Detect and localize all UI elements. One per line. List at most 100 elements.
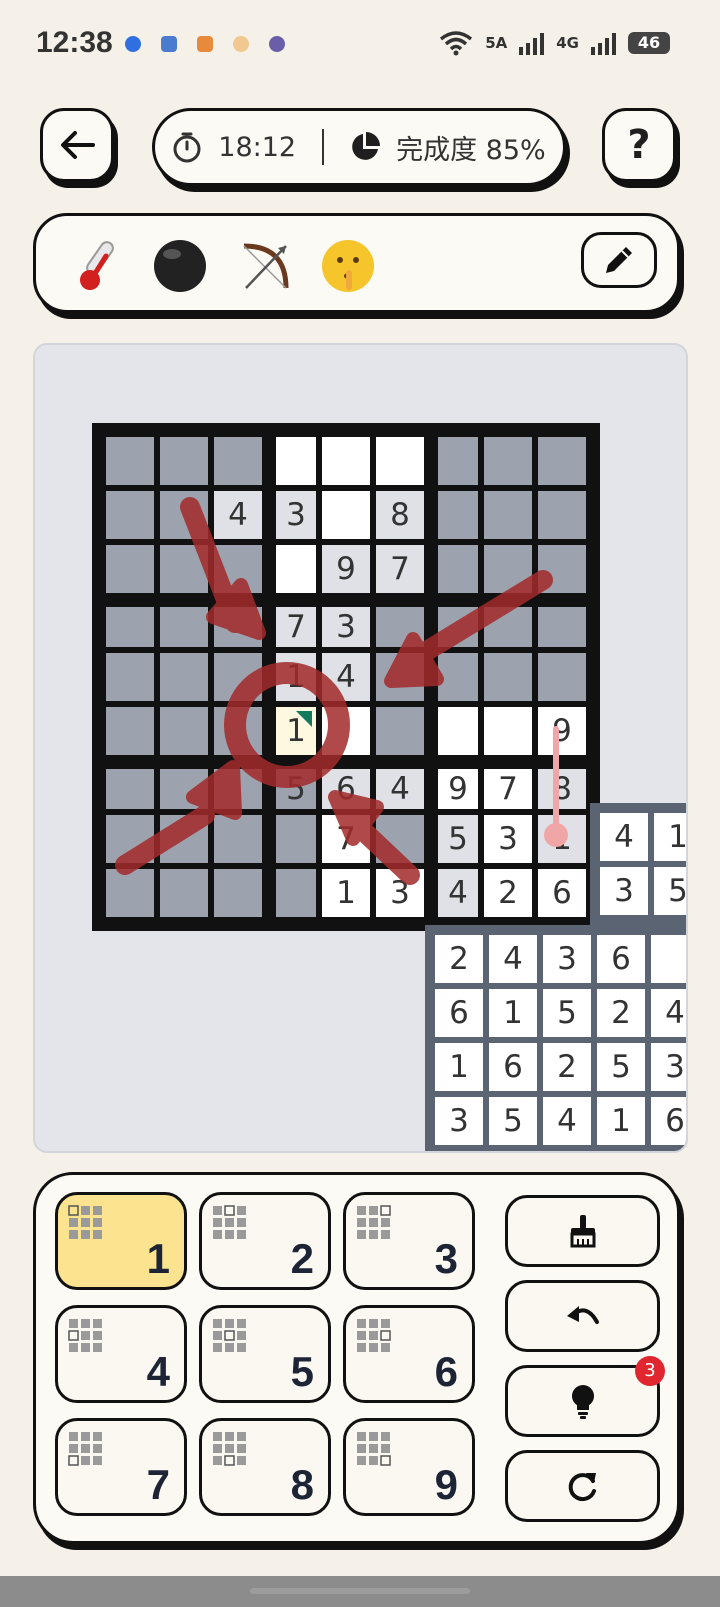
sudoku-cell[interactable]: 3 bbox=[651, 1043, 686, 1091]
sudoku-cell[interactable] bbox=[538, 437, 586, 485]
number-key-6[interactable]: 6 bbox=[343, 1305, 475, 1403]
sudoku-cell[interactable] bbox=[214, 869, 262, 917]
erase-button[interactable] bbox=[505, 1195, 660, 1267]
sudoku-cell[interactable] bbox=[438, 545, 478, 593]
sudoku-cell[interactable]: 6 bbox=[435, 989, 483, 1037]
sudoku-cell[interactable]: 2 bbox=[597, 989, 645, 1037]
thermometer-tool[interactable] bbox=[72, 238, 120, 305]
sudoku-cell[interactable]: 3 bbox=[376, 869, 424, 917]
sudoku-cell[interactable] bbox=[484, 707, 532, 755]
back-button[interactable] bbox=[40, 108, 114, 182]
sudoku-cell[interactable]: 4 bbox=[600, 813, 648, 861]
sudoku-cell[interactable] bbox=[376, 707, 424, 755]
sudoku-cell[interactable]: 3 bbox=[484, 815, 532, 863]
sudoku-cell[interactable] bbox=[538, 607, 586, 647]
sudoku-cell[interactable]: 5 bbox=[276, 769, 316, 809]
sudoku-cell[interactable] bbox=[160, 545, 208, 593]
sudoku-cell[interactable]: 6 bbox=[538, 869, 586, 917]
sudoku-cell[interactable]: 1 bbox=[654, 813, 686, 861]
sudoku-cell[interactable]: 3 bbox=[322, 607, 370, 647]
sudoku-cell[interactable] bbox=[106, 437, 154, 485]
sudoku-cell[interactable]: 4 bbox=[376, 769, 424, 809]
overlapping-sudoku-grid[interactable]: 2436615241625335416 bbox=[425, 925, 686, 1151]
help-button[interactable]: ? bbox=[602, 108, 676, 182]
number-key-7[interactable]: 7 bbox=[55, 1418, 187, 1516]
sudoku-cell[interactable]: 1 bbox=[276, 653, 316, 701]
sudoku-cell[interactable]: 3 bbox=[543, 935, 591, 983]
sudoku-cell[interactable] bbox=[438, 653, 478, 701]
main-sudoku-grid[interactable]: 43897731419564978753113426 bbox=[92, 423, 600, 931]
sudoku-cell[interactable]: 1 bbox=[489, 989, 537, 1037]
restart-button[interactable] bbox=[505, 1450, 660, 1522]
sudoku-cell[interactable]: 9 bbox=[538, 707, 586, 755]
sudoku-cell[interactable] bbox=[484, 545, 532, 593]
sudoku-cell[interactable] bbox=[276, 545, 316, 593]
sudoku-cell[interactable] bbox=[160, 707, 208, 755]
black-ball-tool[interactable] bbox=[152, 238, 208, 305]
home-indicator[interactable] bbox=[250, 1588, 470, 1594]
arrow-tool[interactable] bbox=[236, 238, 294, 307]
sudoku-cell[interactable] bbox=[214, 607, 262, 647]
number-key-4[interactable]: 4 bbox=[55, 1305, 187, 1403]
sudoku-cell[interactable]: 7 bbox=[484, 769, 532, 809]
sudoku-cell[interactable] bbox=[438, 437, 478, 485]
sudoku-cell[interactable]: 6 bbox=[597, 935, 645, 983]
sudoku-cell[interactable]: 3 bbox=[435, 1097, 483, 1145]
hint-button[interactable]: 3 bbox=[505, 1356, 665, 1437]
sudoku-cell[interactable] bbox=[376, 653, 424, 701]
sudoku-cell[interactable] bbox=[276, 869, 316, 917]
sudoku-cell[interactable] bbox=[214, 769, 262, 809]
undo-button[interactable] bbox=[505, 1280, 660, 1352]
sudoku-cell[interactable]: 1 bbox=[276, 707, 316, 755]
number-key-8[interactable]: 8 bbox=[199, 1418, 331, 1516]
sudoku-cell[interactable]: 9 bbox=[322, 545, 370, 593]
sudoku-cell[interactable] bbox=[276, 815, 316, 863]
shush-tool[interactable] bbox=[320, 238, 376, 305]
puzzle-board-area[interactable]: 43897731419564978753113426 2436615241625… bbox=[33, 343, 688, 1153]
sudoku-cell[interactable] bbox=[376, 437, 424, 485]
sudoku-cell[interactable]: 8 bbox=[376, 491, 424, 539]
sudoku-cell[interactable] bbox=[276, 437, 316, 485]
sudoku-cell[interactable]: 6 bbox=[489, 1043, 537, 1091]
sudoku-cell[interactable] bbox=[214, 653, 262, 701]
sudoku-cell[interactable]: 4 bbox=[651, 989, 686, 1037]
sudoku-cell[interactable]: 4 bbox=[322, 653, 370, 701]
sudoku-cell[interactable] bbox=[106, 707, 154, 755]
sudoku-cell[interactable] bbox=[214, 707, 262, 755]
sudoku-cell[interactable]: 4 bbox=[438, 869, 478, 917]
sudoku-cell[interactable] bbox=[322, 491, 370, 539]
sudoku-cell[interactable]: 5 bbox=[654, 867, 686, 915]
sudoku-cell[interactable]: 7 bbox=[322, 815, 370, 863]
sudoku-cell[interactable] bbox=[214, 437, 262, 485]
sudoku-cell[interactable] bbox=[651, 935, 686, 983]
sudoku-cell[interactable] bbox=[538, 653, 586, 701]
sudoku-cell[interactable]: 8 bbox=[538, 769, 586, 809]
overlapping-grid-fragment[interactable]: 4135 bbox=[590, 803, 686, 925]
sudoku-cell[interactable]: 2 bbox=[435, 935, 483, 983]
sudoku-cell[interactable] bbox=[538, 491, 586, 539]
sudoku-cell[interactable] bbox=[438, 607, 478, 647]
sudoku-cell[interactable] bbox=[106, 869, 154, 917]
sudoku-cell[interactable]: 1 bbox=[322, 869, 370, 917]
sudoku-cell[interactable] bbox=[538, 545, 586, 593]
sudoku-cell[interactable] bbox=[214, 815, 262, 863]
sudoku-cell[interactable]: 5 bbox=[543, 989, 591, 1037]
sudoku-cell[interactable]: 7 bbox=[276, 607, 316, 647]
sudoku-cell[interactable] bbox=[106, 653, 154, 701]
sudoku-cell[interactable] bbox=[376, 815, 424, 863]
sudoku-cell[interactable]: 4 bbox=[543, 1097, 591, 1145]
sudoku-cell[interactable]: 5 bbox=[597, 1043, 645, 1091]
sudoku-cell[interactable] bbox=[160, 653, 208, 701]
pencil-mode-button[interactable] bbox=[581, 232, 657, 288]
sudoku-cell[interactable]: 5 bbox=[489, 1097, 537, 1145]
sudoku-cell[interactable] bbox=[106, 607, 154, 647]
sudoku-cell[interactable] bbox=[160, 769, 208, 809]
sudoku-cell[interactable] bbox=[484, 653, 532, 701]
sudoku-cell[interactable] bbox=[214, 545, 262, 593]
sudoku-cell[interactable] bbox=[438, 707, 478, 755]
sudoku-cell[interactable] bbox=[160, 437, 208, 485]
sudoku-cell[interactable] bbox=[160, 491, 208, 539]
sudoku-cell[interactable] bbox=[484, 491, 532, 539]
sudoku-cell[interactable]: 1 bbox=[597, 1097, 645, 1145]
sudoku-cell[interactable]: 6 bbox=[322, 769, 370, 809]
